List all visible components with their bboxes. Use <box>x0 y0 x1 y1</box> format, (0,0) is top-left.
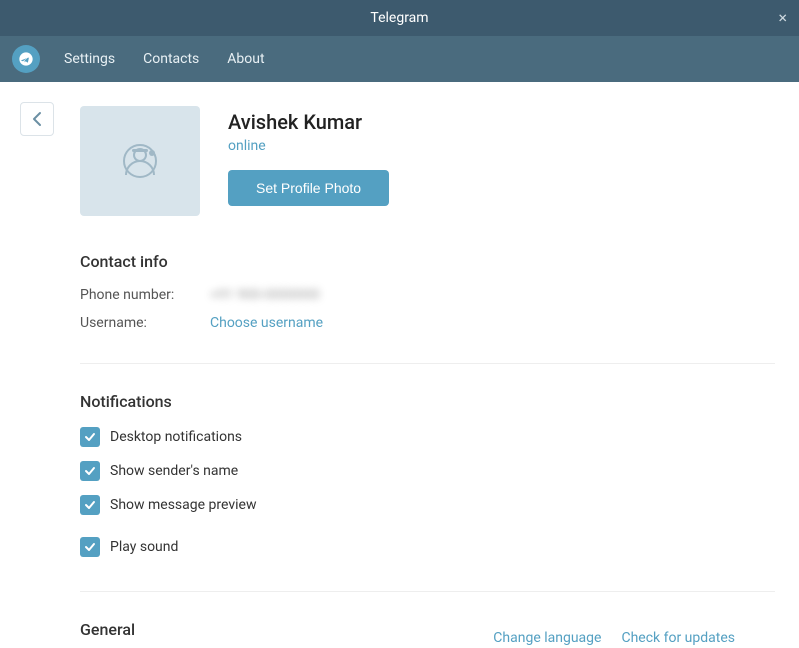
close-button[interactable]: × <box>778 10 787 26</box>
contact-info-title: Contact info <box>80 252 775 271</box>
general-links: Change language Check for updates <box>493 630 735 646</box>
notification-item-preview: Show message preview <box>80 495 775 515</box>
message-preview-label: Show message preview <box>110 497 256 513</box>
phone-row: Phone number: +91 900-0000000 <box>80 287 775 303</box>
checkbox-desktop[interactable] <box>80 427 100 447</box>
app-logo <box>12 45 40 73</box>
menu-item-contacts[interactable]: Contacts <box>131 45 211 73</box>
change-language-link[interactable]: Change language <box>493 630 601 646</box>
divider-1 <box>80 363 775 364</box>
contact-info-section: Contact info Phone number: +91 900-00000… <box>0 240 799 355</box>
username-label: Username: <box>80 315 210 331</box>
app-title: Telegram <box>370 10 428 26</box>
main-content: Avishek Kumar online Set Profile Photo C… <box>0 82 799 648</box>
profile-section: Avishek Kumar online Set Profile Photo <box>0 82 799 240</box>
menu-bar: Settings Contacts About <box>0 36 799 82</box>
notification-item-desktop: Desktop notifications <box>80 427 775 447</box>
general-title: General <box>80 620 135 639</box>
menu-item-settings[interactable]: Settings <box>52 45 127 73</box>
checkbox-preview[interactable] <box>80 495 100 515</box>
notification-item-sound: Play sound <box>80 537 775 557</box>
profile-status: online <box>228 138 389 154</box>
checkbox-sender[interactable] <box>80 461 100 481</box>
notifications-section: Notifications Desktop notifications Show… <box>0 380 799 583</box>
profile-name: Avishek Kumar <box>228 110 389 134</box>
divider-2 <box>80 591 775 592</box>
menu-item-about[interactable]: About <box>215 45 276 73</box>
desktop-notifications-label: Desktop notifications <box>110 429 242 445</box>
play-sound-label: Play sound <box>110 539 178 555</box>
general-section: General Change language Check for update… <box>0 608 799 648</box>
choose-username-link[interactable]: Choose username <box>210 315 323 331</box>
phone-value: +91 900-0000000 <box>210 287 320 303</box>
avatar-container <box>80 106 200 216</box>
title-bar: Telegram × <box>0 0 799 36</box>
notifications-title: Notifications <box>80 392 775 411</box>
check-updates-link[interactable]: Check for updates <box>621 630 735 646</box>
back-button[interactable] <box>20 102 54 136</box>
phone-label: Phone number: <box>80 287 210 303</box>
username-row: Username: Choose username <box>80 315 775 331</box>
profile-info: Avishek Kumar online Set Profile Photo <box>228 106 389 206</box>
notification-item-sender: Show sender's name <box>80 461 775 481</box>
general-header: General Change language Check for update… <box>80 620 775 648</box>
checkbox-sound[interactable] <box>80 537 100 557</box>
set-photo-button[interactable]: Set Profile Photo <box>228 170 389 206</box>
sender-name-label: Show sender's name <box>110 463 238 479</box>
